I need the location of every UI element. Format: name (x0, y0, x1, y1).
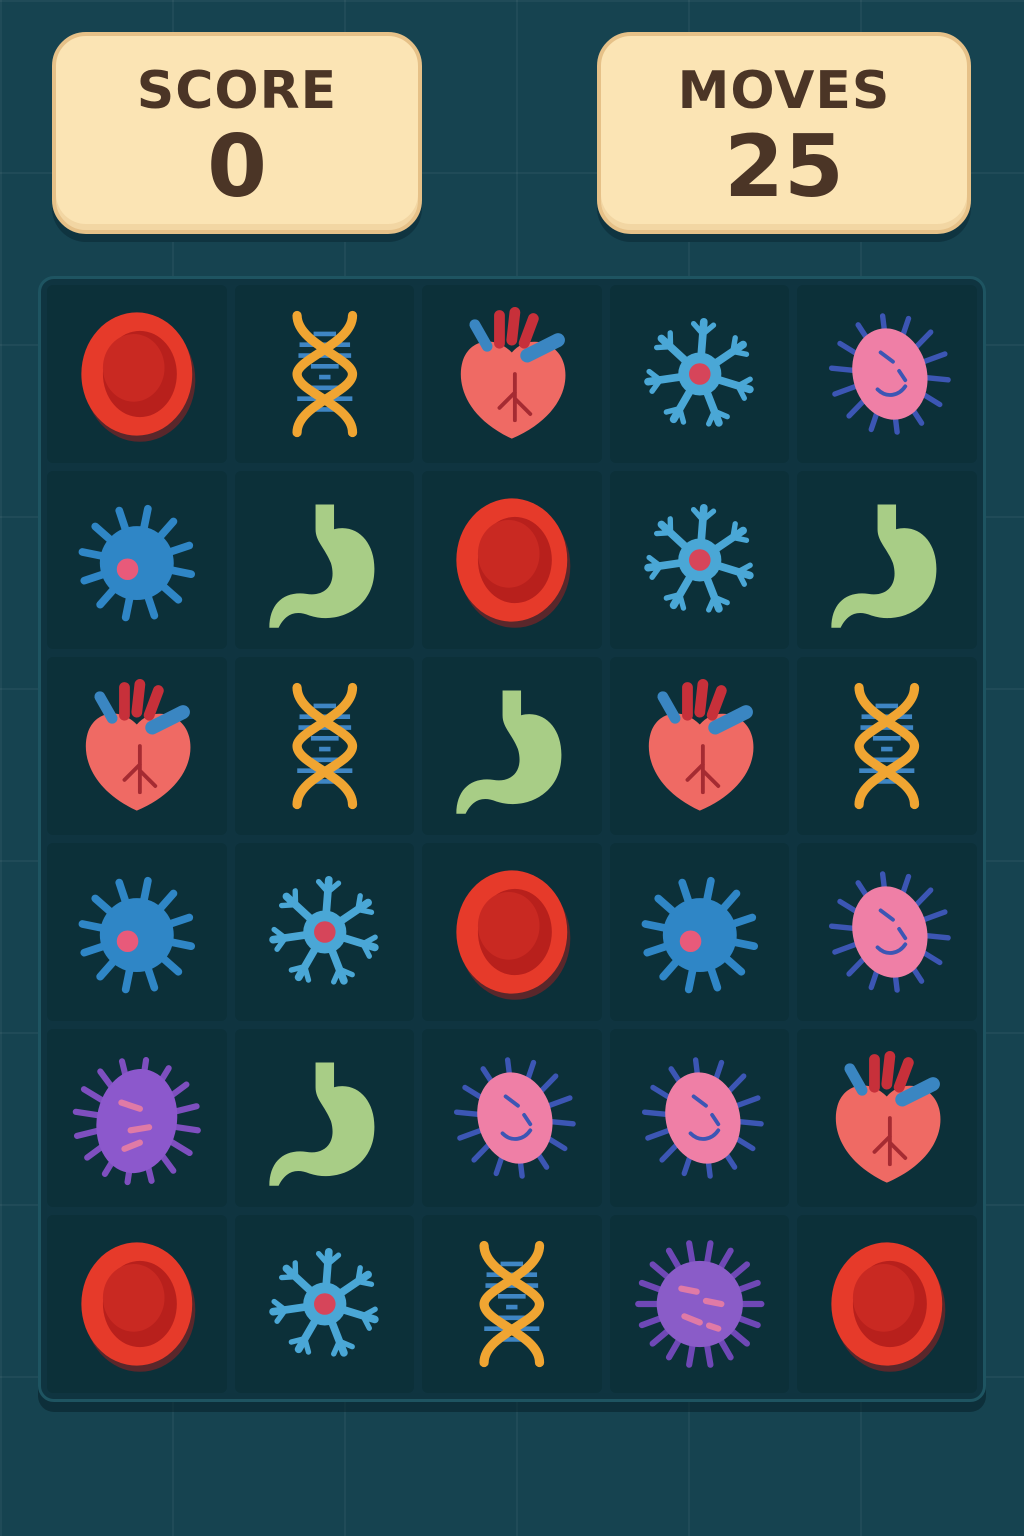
score-label: SCORE (136, 61, 338, 121)
board-tile[interactable] (797, 843, 977, 1021)
board-tile[interactable] (609, 1029, 790, 1207)
stomach-icon (247, 483, 403, 637)
stomach-icon (434, 669, 590, 823)
board-tile[interactable] (234, 285, 415, 463)
board-tile[interactable] (609, 471, 790, 649)
blue-cell-icon (59, 483, 215, 637)
board-tile[interactable] (609, 1215, 790, 1393)
board-tile[interactable] (797, 285, 977, 463)
board-tile[interactable] (797, 1029, 977, 1207)
pink-germ-icon (434, 1041, 590, 1195)
board-tile[interactable] (234, 1215, 415, 1393)
board-tile[interactable] (47, 1029, 227, 1207)
game-screen: SCORE 0 MOVES 25 (0, 0, 1024, 1536)
board-tile[interactable] (422, 1215, 602, 1393)
board-tile[interactable] (234, 657, 415, 835)
dna-icon (809, 669, 965, 823)
dna-icon (247, 669, 403, 823)
pink-germ-icon (622, 1041, 778, 1195)
pink-germ-icon (809, 297, 965, 451)
board-tile[interactable] (234, 1029, 415, 1207)
red-blood-cell-icon (59, 297, 215, 451)
red-blood-cell-icon (59, 1227, 215, 1381)
board-tile[interactable] (47, 285, 227, 463)
red-blood-cell-icon (434, 855, 590, 1009)
heart-icon (809, 1041, 965, 1195)
neuron-icon (247, 855, 403, 1009)
moves-panel: MOVES 25 (597, 32, 971, 234)
score-panel: SCORE 0 (52, 32, 422, 234)
board-tile[interactable] (609, 657, 790, 835)
board-tile[interactable] (422, 657, 602, 835)
game-board (38, 276, 986, 1402)
board-tile[interactable] (422, 843, 602, 1021)
heart-icon (434, 297, 590, 451)
board-tile[interactable] (234, 471, 415, 649)
board-tile[interactable] (422, 285, 602, 463)
board-tile[interactable] (47, 657, 227, 835)
moves-value: 25 (724, 117, 844, 217)
pink-germ-icon (809, 855, 965, 1009)
heart-icon (59, 669, 215, 823)
moves-label: MOVES (677, 61, 891, 121)
stomach-icon (809, 483, 965, 637)
neuron-icon (622, 483, 778, 637)
board-tile[interactable] (422, 471, 602, 649)
red-blood-cell-icon (434, 483, 590, 637)
neuron-icon (622, 297, 778, 451)
heart-icon (622, 669, 778, 823)
purple-bacteria-icon (59, 1041, 215, 1195)
board-tile[interactable] (47, 471, 227, 649)
dna-icon (434, 1227, 590, 1381)
board-tile[interactable] (797, 471, 977, 649)
board-tile[interactable] (47, 843, 227, 1021)
neuron-icon (247, 1227, 403, 1381)
blue-cell-icon (59, 855, 215, 1009)
score-value: 0 (207, 117, 267, 217)
board-tile[interactable] (609, 285, 790, 463)
board-tile[interactable] (609, 843, 790, 1021)
purple-virus-icon (622, 1227, 778, 1381)
blue-cell-icon (622, 855, 778, 1009)
stomach-icon (247, 1041, 403, 1195)
red-blood-cell-icon (809, 1227, 965, 1381)
board-tile[interactable] (47, 1215, 227, 1393)
board-tile[interactable] (797, 1215, 977, 1393)
board-tile[interactable] (797, 657, 977, 835)
board-tile[interactable] (422, 1029, 602, 1207)
board-tile[interactable] (234, 843, 415, 1021)
dna-icon (247, 297, 403, 451)
